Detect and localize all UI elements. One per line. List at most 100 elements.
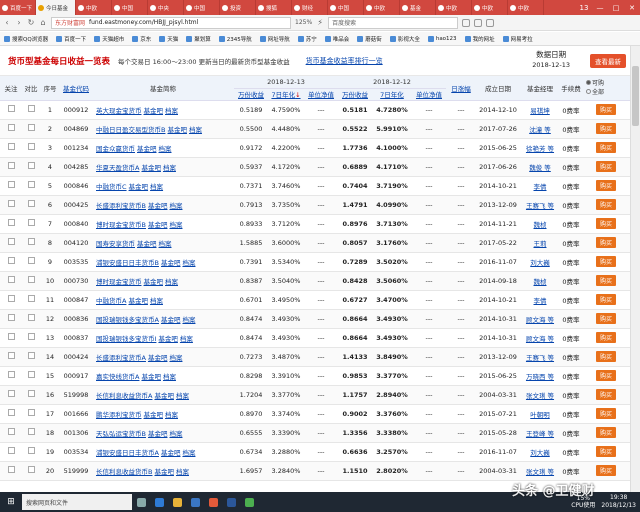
tab-count[interactable]: 13 bbox=[576, 0, 592, 15]
fund-bar-link[interactable]: 基金吧 bbox=[161, 449, 181, 457]
compare-checkbox[interactable] bbox=[22, 309, 40, 329]
fund-archive-link[interactable]: 档案 bbox=[189, 126, 202, 134]
follow-checkbox[interactable] bbox=[0, 252, 22, 272]
manager-link[interactable]: 魏桢 bbox=[520, 271, 560, 291]
fund-archive-link[interactable]: 档案 bbox=[159, 145, 172, 153]
windows-start-icon[interactable]: ⊞ bbox=[0, 492, 22, 512]
ranking-link[interactable]: 货币基金收益率排行一览 bbox=[306, 56, 383, 66]
follow-checkbox[interactable] bbox=[0, 404, 22, 424]
fund-bar-link[interactable]: 基金吧 bbox=[154, 392, 174, 400]
bookmark-item[interactable]: 影视大全 bbox=[389, 35, 420, 43]
follow-checkbox[interactable] bbox=[0, 138, 22, 158]
bookmark-item[interactable]: 百度一下 bbox=[56, 35, 86, 43]
bookmark-item[interactable]: hao123 bbox=[427, 35, 457, 42]
compare-checkbox[interactable] bbox=[22, 385, 40, 405]
fund-name-link[interactable]: 中融货币A bbox=[96, 297, 126, 305]
compare-checkbox[interactable] bbox=[22, 195, 40, 215]
col-code[interactable]: 基金代码 bbox=[60, 76, 92, 101]
buy-button[interactable]: 购买 bbox=[595, 351, 616, 362]
buy-button[interactable]: 购买 bbox=[595, 332, 616, 343]
compare-checkbox[interactable] bbox=[22, 119, 40, 139]
buy-button[interactable]: 购买 bbox=[595, 104, 616, 115]
fund-archive-link[interactable]: 档案 bbox=[180, 335, 193, 343]
buy-button[interactable]: 购买 bbox=[595, 427, 616, 438]
fund-name-link[interactable]: 浦银安盛日日丰货币B bbox=[96, 259, 159, 267]
fund-name-link[interactable]: 博时现金宝货币B bbox=[96, 221, 146, 229]
bookmark-item[interactable]: 聚划算 bbox=[186, 35, 211, 43]
fund-name-link[interactable]: 嘉实快线货币A bbox=[96, 373, 139, 381]
photo-icon[interactable] bbox=[240, 492, 258, 512]
tab-3[interactable]: 中国 bbox=[112, 0, 148, 15]
option-buyable[interactable]: 可购 bbox=[586, 79, 630, 88]
fund-name-link[interactable]: 中融日日盈交易型货币B bbox=[96, 126, 165, 134]
bookmark-item[interactable]: 网址导航 bbox=[259, 35, 290, 43]
fund-name-link[interactable]: 浦银安盛日日丰货币A bbox=[96, 449, 159, 457]
compare-checkbox[interactable] bbox=[22, 290, 40, 310]
tab-11[interactable]: 基金 bbox=[400, 0, 436, 15]
edge-icon[interactable] bbox=[150, 492, 168, 512]
manager-link[interactable]: 王登峰 等 bbox=[520, 423, 560, 443]
fund-archive-link[interactable]: 档案 bbox=[150, 183, 163, 191]
follow-checkbox[interactable] bbox=[0, 423, 22, 443]
follow-checkbox[interactable] bbox=[0, 233, 22, 253]
buy-button[interactable]: 购买 bbox=[595, 446, 616, 457]
buy-button[interactable]: 购买 bbox=[595, 123, 616, 134]
lightning-icon[interactable]: ⚡ bbox=[316, 18, 324, 27]
compare-checkbox[interactable] bbox=[22, 233, 40, 253]
fund-archive-link[interactable]: 档案 bbox=[169, 202, 182, 210]
fund-archive-link[interactable]: 档案 bbox=[169, 354, 182, 362]
fund-archive-link[interactable]: 档案 bbox=[169, 430, 182, 438]
close-button[interactable]: ✕ bbox=[624, 0, 640, 15]
fund-archive-link[interactable]: 档案 bbox=[182, 449, 195, 457]
fund-name-link[interactable]: 博时现金宝货币 bbox=[96, 278, 142, 286]
refresh-icon[interactable]: ↻ bbox=[27, 18, 35, 27]
buy-button[interactable]: 购买 bbox=[595, 237, 616, 248]
col-nav-1[interactable]: 单位净值 bbox=[304, 88, 338, 101]
tab-5[interactable]: 中国 bbox=[184, 0, 220, 15]
compare-checkbox[interactable] bbox=[22, 100, 40, 120]
fund-bar-link[interactable]: 基金吧 bbox=[167, 126, 187, 134]
fund-bar-link[interactable]: 基金吧 bbox=[148, 354, 168, 362]
manager-link[interactable]: 顾文海 等 bbox=[520, 309, 560, 329]
follow-checkbox[interactable] bbox=[0, 195, 22, 215]
bookmark-item[interactable]: 唯品会 bbox=[324, 35, 349, 43]
minimize-button[interactable]: — bbox=[592, 0, 608, 15]
fund-archive-link[interactable]: 档案 bbox=[182, 259, 195, 267]
buy-button[interactable]: 购买 bbox=[595, 256, 616, 267]
scrollbar-thumb[interactable] bbox=[632, 66, 639, 126]
fund-archive-link[interactable]: 档案 bbox=[176, 392, 189, 400]
follow-checkbox[interactable] bbox=[0, 309, 22, 329]
tab-6[interactable]: 投资 bbox=[220, 0, 256, 15]
tab-14[interactable]: 中欧 bbox=[508, 0, 544, 15]
manager-link[interactable]: 魏桢 bbox=[520, 214, 560, 234]
fund-bar-link[interactable]: 基金吧 bbox=[128, 297, 148, 305]
maximize-button[interactable]: □ bbox=[608, 0, 624, 15]
folder-icon[interactable] bbox=[168, 492, 186, 512]
fund-name-link[interactable]: 国寿安享货币 bbox=[96, 240, 135, 248]
compare-checkbox[interactable] bbox=[22, 176, 40, 196]
buy-button[interactable]: 购买 bbox=[595, 142, 616, 153]
follow-checkbox[interactable] bbox=[0, 461, 22, 481]
back-icon[interactable]: ‹ bbox=[3, 18, 11, 27]
follow-checkbox[interactable] bbox=[0, 290, 22, 310]
fund-bar-link[interactable]: 基金吧 bbox=[137, 240, 157, 248]
fund-name-link[interactable]: 长盛添利宝货币A bbox=[96, 354, 146, 362]
follow-checkbox[interactable] bbox=[0, 176, 22, 196]
fund-bar-link[interactable]: 基金吧 bbox=[148, 430, 168, 438]
bookmark-item[interactable]: 网易考拉 bbox=[502, 35, 533, 43]
fund-name-link[interactable]: 中融货币C bbox=[96, 183, 127, 191]
compare-checkbox[interactable] bbox=[22, 423, 40, 443]
fund-archive-link[interactable]: 档案 bbox=[169, 221, 182, 229]
manager-link[interactable]: 刘大巍 bbox=[520, 252, 560, 272]
option-all[interactable]: 全部 bbox=[586, 88, 630, 97]
bookmark-item[interactable]: 蘑菇街 bbox=[357, 35, 382, 43]
fund-bar-link[interactable]: 基金吧 bbox=[144, 278, 164, 286]
col-nian-2[interactable]: 7日年化 bbox=[372, 88, 412, 101]
tab-9[interactable]: 中国 bbox=[328, 0, 364, 15]
fund-name-link[interactable]: 长盛添利宝货币B bbox=[96, 202, 146, 210]
fund-bar-link[interactable]: 基金吧 bbox=[129, 183, 149, 191]
buy-button[interactable]: 购买 bbox=[595, 275, 616, 286]
manager-link[interactable]: 李倩 bbox=[520, 290, 560, 310]
bookmark-item[interactable]: 2345导航 bbox=[218, 35, 252, 43]
fund-bar-link[interactable]: 基金吧 bbox=[161, 259, 181, 267]
